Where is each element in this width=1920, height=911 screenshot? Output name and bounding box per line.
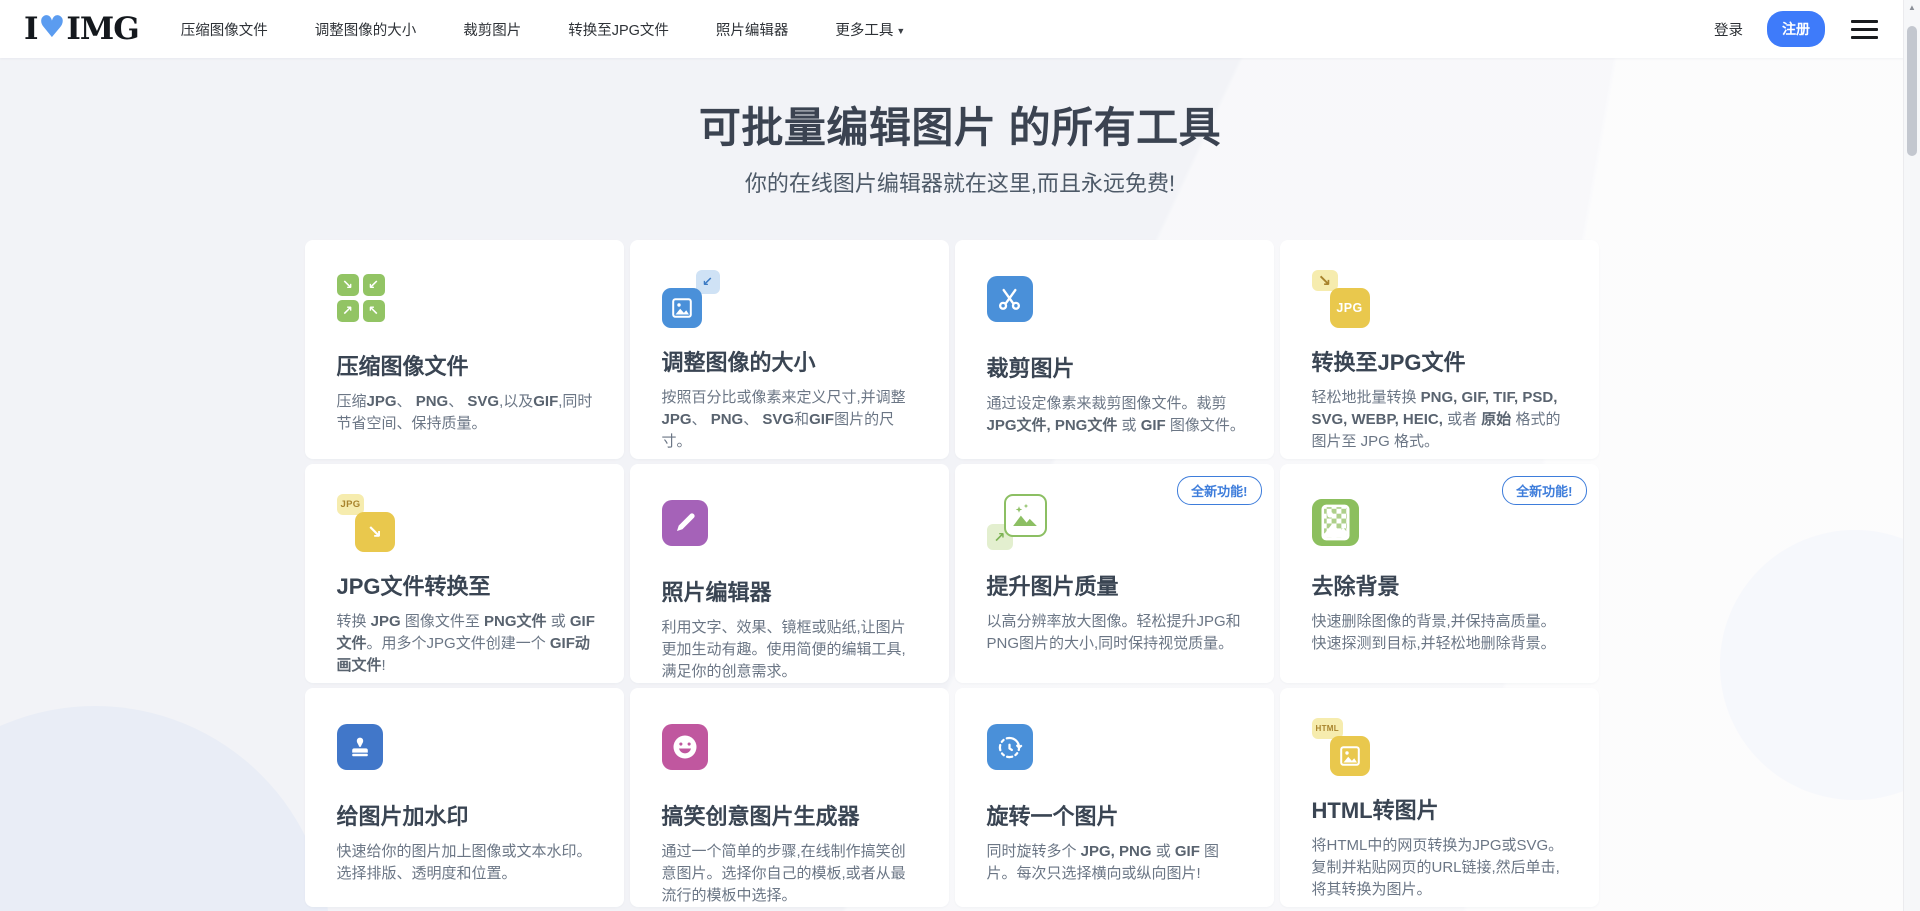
card-title: 照片编辑器 — [662, 575, 921, 607]
main-nav: 压缩图像文件 调整图像的大小 裁剪图片 转换至JPG文件 照片编辑器 更多工具▼ — [181, 19, 906, 40]
rotate-image-icon — [987, 724, 1246, 782]
card-title: 给图片加水印 — [337, 799, 596, 831]
nav-item-crop[interactable]: 裁剪图片 — [463, 19, 521, 40]
more-tools-label: 更多工具 — [835, 23, 893, 39]
card-title: 提升图片质量 — [987, 569, 1246, 601]
card-description: 快速删除图像的背景,并保持高质量。快速探测到目标,并轻松地删除背景。 — [1312, 611, 1571, 655]
page-title: 可批量编辑图片 的所有工具 — [0, 94, 1920, 155]
tool-card-photo-editor[interactable]: 照片编辑器 利用文字、效果、镜框或贴纸,让图片更加生动有趣。使用简便的编辑工具,… — [630, 464, 949, 683]
nav-item-compress[interactable]: 压缩图像文件 — [181, 19, 268, 40]
nav-item-photo-editor[interactable]: 照片编辑器 — [716, 19, 789, 40]
navbar: I ♥ IMG 压缩图像文件 调整图像的大小 裁剪图片 转换至JPG文件 照片编… — [0, 0, 1920, 58]
navbar-right: 登录 注册 — [1714, 11, 1880, 47]
tool-card-compress[interactable]: ↘↙↗↖ 压缩图像文件 压缩JPG、 PNG、 SVG,以及GIF,同时节省空间… — [305, 240, 624, 459]
card-title: JPG文件转换至 — [337, 569, 596, 601]
card-title: HTML转图片 — [1312, 793, 1571, 825]
tools-grid: ↘↙↗↖ 压缩图像文件 压缩JPG、 PNG、 SVG,以及GIF,同时节省空间… — [305, 240, 1599, 907]
photo-editor-pencil-icon — [662, 500, 921, 558]
tool-card-upscale[interactable]: 全新功能! ↗ 提升图片质量 以高分辨率放大图像。轻松提升JPG和PNG图片的大… — [955, 464, 1274, 683]
card-description: 同时旋转多个 JPG, PNG 或 GIF 图片。每次只选择横向或纵向图片! — [987, 841, 1246, 885]
convert-from-jpg-icon: JPG↘ — [337, 494, 596, 552]
chevron-down-icon: ▼ — [896, 26, 905, 36]
resize-image-icon: ↙ — [662, 270, 921, 328]
crop-scissors-icon — [987, 276, 1246, 334]
card-description: 压缩JPG、 PNG、 SVG,以及GIF,同时节省空间、保持质量。 — [337, 391, 596, 435]
login-link[interactable]: 登录 — [1714, 19, 1743, 40]
card-title: 旋转一个图片 — [987, 799, 1246, 831]
logo[interactable]: I ♥ IMG — [24, 10, 139, 48]
card-title: 搞笑创意图片生成器 — [662, 799, 921, 831]
card-title: 裁剪图片 — [987, 351, 1246, 383]
page-subtitle: 你的在线图片编辑器就在这里,而且永远免费! — [0, 166, 1920, 198]
card-description: 快速给你的图片加上图像或文本水印。选择排版、透明度和位置。 — [337, 841, 596, 885]
scrollbar-track[interactable]: ▲ — [1903, 0, 1920, 911]
card-description: 通过一个简单的步骤,在线制作搞笑创意图片。选择你自己的模板,或者从最流行的模板中… — [662, 841, 921, 908]
tool-card-to-jpg[interactable]: ↘JPG 转换至JPG文件 轻松地批量转换 PNG, GIF, TIF, PSD… — [1280, 240, 1599, 459]
card-description: 以高分辨率放大图像。轻松提升JPG和PNG图片的大小,同时保持视觉质量。 — [987, 611, 1246, 655]
card-title: 转换至JPG文件 — [1312, 345, 1571, 377]
logo-text-left: I — [24, 11, 38, 47]
hero: 可批量编辑图片 的所有工具 你的在线图片编辑器就在这里,而且永远免费! — [0, 58, 1920, 198]
card-title: 去除背景 — [1312, 569, 1571, 601]
heart-icon: ♥ — [39, 10, 66, 45]
remove-background-icon — [1312, 494, 1571, 552]
card-description: 转换 JPG 图像文件至 PNG文件 或 GIF文件。用多个JPG文件创建一个 … — [337, 611, 596, 678]
scroll-thumb[interactable] — [1907, 26, 1917, 156]
html-to-image-icon: HTML — [1312, 718, 1571, 776]
nav-item-to-jpg[interactable]: 转换至JPG文件 — [568, 19, 669, 40]
logo-text-right: IMG — [66, 11, 138, 47]
nav-item-resize[interactable]: 调整图像的大小 — [315, 19, 417, 40]
tool-card-crop[interactable]: 裁剪图片 通过设定像素来裁剪图像文件。裁剪 JPG文件, PNG文件 或 GIF… — [955, 240, 1274, 459]
nav-item-more-tools[interactable]: 更多工具▼ — [835, 19, 905, 40]
menu-button[interactable] — [1849, 16, 1880, 43]
tool-card-resize[interactable]: ↙ 调整图像的大小 按照百分比或像素来定义尺寸,并调整JPG、 PNG、 SVG… — [630, 240, 949, 459]
tool-card-watermark[interactable]: 给图片加水印 快速给你的图片加上图像或文本水印。选择排版、透明度和位置。 — [305, 688, 624, 907]
card-title: 调整图像的大小 — [662, 345, 921, 377]
tool-card-html-to-image[interactable]: HTML HTML转图片 将HTML中的网页转换为JPG或SVG。复制并粘贴网页… — [1280, 688, 1599, 907]
card-description: 将HTML中的网页转换为JPG或SVG。复制并粘贴网页的URL链接,然后单击,将… — [1312, 835, 1571, 902]
meme-smiley-icon — [662, 724, 921, 782]
tool-card-meme[interactable]: 搞笑创意图片生成器 通过一个简单的步骤,在线制作搞笑创意图片。选择你自己的模板,… — [630, 688, 949, 907]
convert-to-jpg-icon: ↘JPG — [1312, 270, 1571, 328]
watermark-stamp-icon — [337, 724, 596, 782]
scroll-up-icon[interactable]: ▲ — [1904, 3, 1920, 12]
tool-card-remove-background[interactable]: 全新功能! 去除背景 快速删除图像的背景,并保持高质量。快速探测到目标,并轻松地… — [1280, 464, 1599, 683]
register-button[interactable]: 注册 — [1767, 11, 1825, 47]
tool-card-rotate[interactable]: 旋转一个图片 同时旋转多个 JPG, PNG 或 GIF 图片。每次只选择横向或… — [955, 688, 1274, 907]
card-description: 利用文字、效果、镜框或贴纸,让图片更加生动有趣。使用简便的编辑工具,满足你的创意… — [662, 617, 921, 684]
card-title: 压缩图像文件 — [337, 349, 596, 381]
card-description: 轻松地批量转换 PNG, GIF, TIF, PSD, SVG, WEBP, H… — [1312, 387, 1571, 454]
tool-card-from-jpg[interactable]: JPG↘ JPG文件转换至 转换 JPG 图像文件至 PNG文件 或 GIF文件… — [305, 464, 624, 683]
compress-arrows-icon: ↘↙↗↖ — [337, 274, 596, 332]
hamburger-icon — [1851, 20, 1878, 23]
card-description: 按照百分比或像素来定义尺寸,并调整JPG、 PNG、 SVG和GIF图片的尺寸。 — [662, 387, 921, 454]
upscale-image-icon: ↗ — [987, 494, 1246, 552]
card-description: 通过设定像素来裁剪图像文件。裁剪 JPG文件, PNG文件 或 GIF 图像文件… — [987, 393, 1246, 437]
